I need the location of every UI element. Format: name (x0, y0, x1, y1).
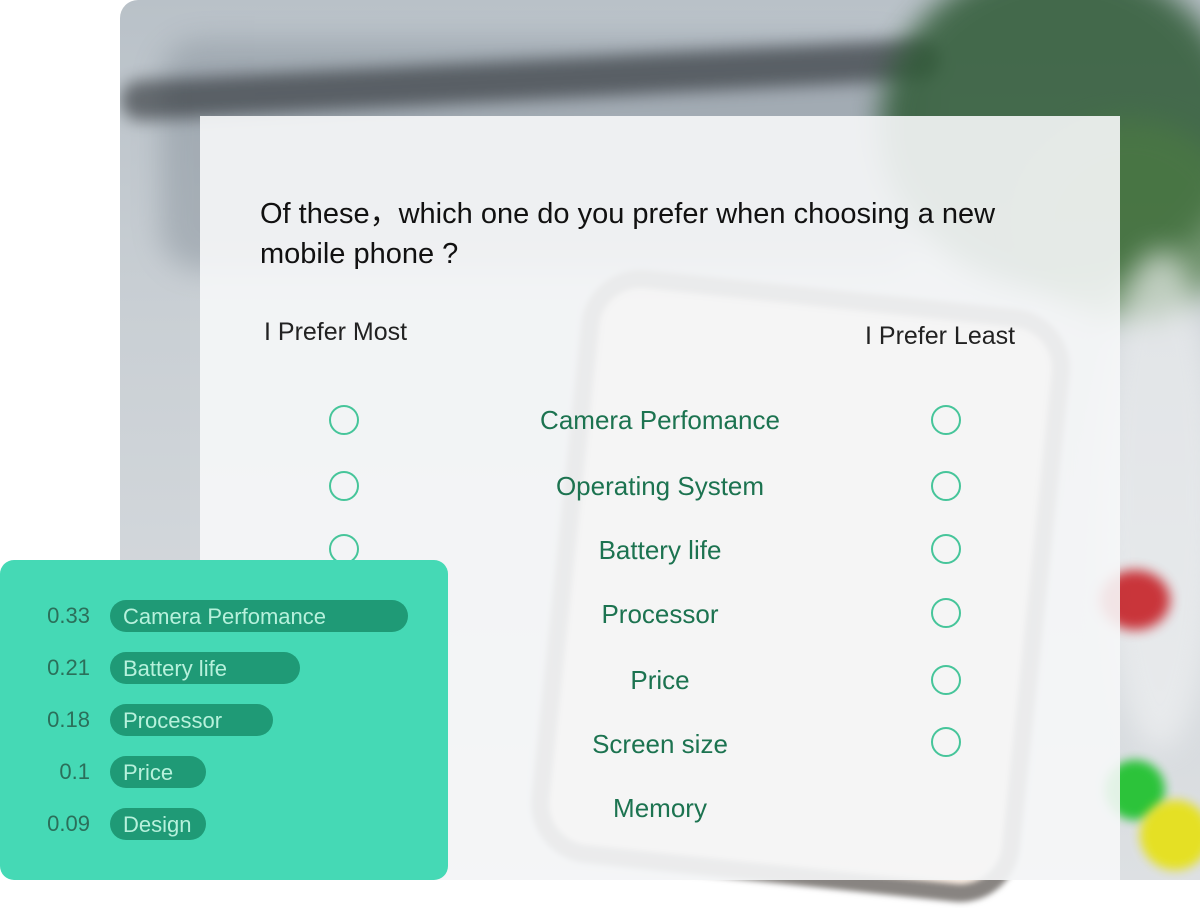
option-label-memory: Memory (613, 793, 707, 823)
option-label-battery: Battery life (598, 535, 722, 565)
result-bar: Processor (110, 704, 273, 736)
survey-question: Of these，which one do you prefer when ch… (260, 198, 996, 270)
result-bar: Design (110, 808, 206, 840)
result-value: 0.33 (47, 603, 90, 628)
prefer-least-heading: I Prefer Least (865, 322, 1016, 350)
option-label-camera: Camera Perfomance (540, 405, 780, 435)
result-value: 0.1 (59, 759, 90, 784)
least-radio-screen[interactable] (931, 727, 961, 757)
option-label-os: Operating System (555, 471, 765, 501)
result-value: 0.21 (47, 655, 90, 680)
least-radio-camera[interactable] (931, 405, 961, 435)
prefer-most-heading: I Prefer Most (264, 318, 408, 346)
most-radio-os[interactable] (329, 471, 359, 501)
result-bar: Camera Perfomance (110, 600, 408, 632)
result-value: 0.18 (47, 707, 90, 732)
result-bar: Price (110, 756, 206, 788)
option-label-screen: Screen size (592, 729, 728, 759)
option-label-processor: Processor (601, 599, 719, 629)
results-panel: 0.33 Camera Perfomance 0.21 Battery life… (0, 560, 448, 880)
result-bar: Battery life (110, 652, 300, 684)
option-label-price: Price (630, 665, 690, 695)
least-radio-price[interactable] (931, 665, 961, 695)
most-radio-camera[interactable] (329, 405, 359, 435)
least-radio-battery[interactable] (931, 534, 961, 564)
result-value: 0.09 (47, 811, 90, 836)
least-radio-os[interactable] (931, 471, 961, 501)
yellow-object-blur (1140, 800, 1200, 870)
least-radio-processor[interactable] (931, 598, 961, 628)
